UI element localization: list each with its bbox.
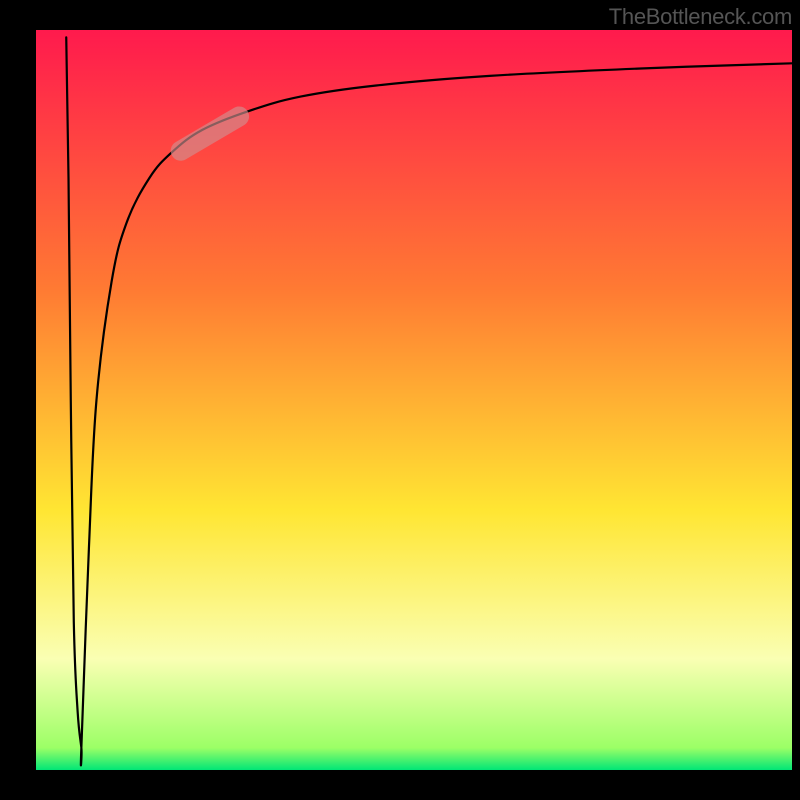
right-bar <box>792 0 800 800</box>
bottleneck-chart <box>0 0 800 800</box>
plot-area <box>0 0 800 800</box>
x-axis-bar <box>0 770 800 800</box>
plot-background <box>36 30 792 770</box>
watermark-text: TheBottleneck.com <box>609 4 792 30</box>
y-axis-bar <box>0 0 36 800</box>
